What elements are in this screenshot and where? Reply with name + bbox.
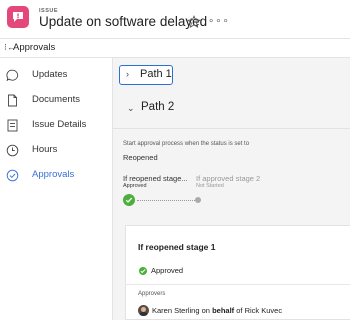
status-trigger-value: Reopened — [123, 153, 158, 162]
header: ISSUE Update on software delayed ∘∘∘ — [0, 0, 350, 38]
star-icon[interactable] — [187, 15, 201, 29]
stage-1-approved-icon — [123, 194, 135, 206]
document-icon — [8, 94, 17, 107]
sidebar-item-label: Updates — [32, 69, 68, 80]
sidebar-item-issue-details[interactable]: Issue Details — [0, 116, 112, 140]
path-1-toggle[interactable]: › Path 1 — [119, 65, 173, 85]
stage-2-name[interactable]: If approved stage 2 — [196, 174, 260, 183]
sidebar-item-label: Approvals — [32, 169, 75, 180]
more-options-button[interactable]: ∘∘∘ — [208, 16, 230, 27]
page-title: Update on software delayed — [39, 14, 208, 29]
stage-progress-connector — [137, 200, 197, 201]
sidebar-item-documents[interactable]: Documents — [0, 91, 112, 115]
stage-1-state: Approved — [123, 183, 147, 189]
sidebar-item-updates[interactable]: Updates — [0, 66, 112, 90]
header-divider — [0, 38, 350, 39]
check-circle-icon — [6, 169, 19, 182]
chevron-down-icon[interactable]: ⌄ — [127, 103, 135, 114]
sidebar-item-approvals[interactable]: Approvals — [0, 166, 112, 190]
stage-2-state: Not Started — [196, 183, 224, 189]
breadcrumb-approvals[interactable]: Approvals — [13, 42, 55, 53]
sidebar-item-label: Documents — [32, 94, 81, 105]
approved-check-icon — [139, 267, 147, 275]
sidebar-item-hours[interactable]: Hours — [0, 141, 112, 165]
path-2-label[interactable]: Path 2 — [141, 101, 174, 113]
approver-name[interactable]: Karen Sterling — [152, 306, 200, 315]
chevron-right-icon: › — [126, 69, 129, 79]
stage-card-status: Approved — [151, 266, 184, 275]
details-list-icon — [7, 119, 18, 132]
status-trigger-label: Start approval process when the status i… — [123, 141, 250, 147]
approver-entry: Karen Sterling on behalf of Rick Kuvec — [152, 306, 283, 315]
card-divider — [125, 284, 350, 285]
stage-2-pending-icon — [195, 197, 201, 203]
avatar[interactable] — [138, 305, 149, 316]
sidebar-item-label: Issue Details — [32, 119, 87, 130]
clock-icon — [6, 144, 19, 157]
path-1-label: Path 1 — [140, 68, 172, 80]
approvers-label: Approvers — [138, 291, 166, 297]
issue-app-icon — [7, 6, 29, 28]
chat-bubble-icon — [6, 69, 19, 82]
sidebar-item-label: Hours — [32, 144, 58, 155]
sidebar: Updates Documents Issue Details Hours Ap… — [0, 58, 113, 320]
stage-1-name[interactable]: If reopened stage... — [123, 174, 188, 183]
stage-card-title: If reopened stage 1 — [138, 242, 216, 252]
